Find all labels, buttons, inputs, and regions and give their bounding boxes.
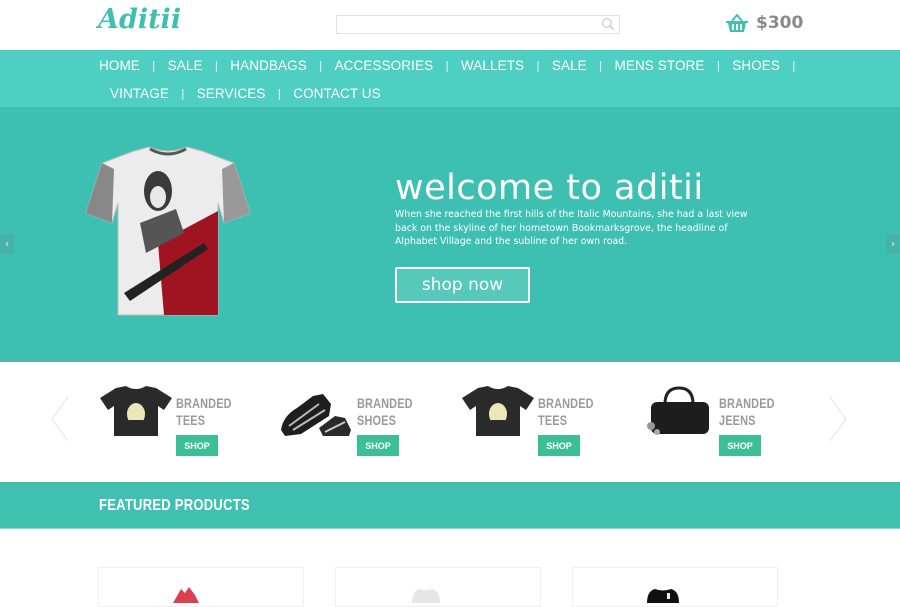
shop-button[interactable]: SHOP bbox=[719, 435, 761, 456]
basket-icon[interactable] bbox=[725, 12, 749, 34]
shop-now-button[interactable]: shop now bbox=[395, 267, 530, 303]
nav-separator: | bbox=[180, 86, 185, 100]
cart-total: $300 bbox=[756, 13, 804, 33]
category-item: BRANDED TEES SHOP bbox=[460, 386, 635, 466]
black-tshirt-image bbox=[100, 386, 172, 436]
category-title-line1: BRANDED bbox=[719, 395, 775, 411]
featured-products-bar: FEATURED PRODUCTS bbox=[0, 482, 900, 529]
product-card[interactable] bbox=[98, 567, 304, 607]
cart[interactable]: $300 bbox=[725, 12, 803, 34]
category-title: BRANDED TEES bbox=[176, 395, 232, 429]
nav-row-2: VINTAGE | SERVICES | CONTACT US bbox=[110, 79, 381, 107]
red-product-image bbox=[173, 587, 199, 603]
nav-separator: | bbox=[792, 58, 796, 72]
chevron-right-icon: › bbox=[891, 238, 895, 250]
hero-title: welcome to aditii bbox=[395, 168, 704, 208]
sneakers-image bbox=[281, 394, 351, 436]
nav-sale[interactable]: SALE bbox=[168, 58, 203, 73]
search-box bbox=[336, 15, 620, 37]
nav-separator: | bbox=[277, 86, 282, 100]
nav-sale-2[interactable]: SALE bbox=[552, 58, 587, 73]
category-title-line1: BRANDED bbox=[538, 395, 594, 411]
category-title: BRANDED TEES bbox=[538, 395, 594, 429]
nav-separator: | bbox=[598, 58, 603, 72]
chevron-left-icon: ‹ bbox=[5, 238, 9, 250]
nav-handbags[interactable]: HANDBAGS bbox=[230, 58, 307, 73]
nav-vintage[interactable]: VINTAGE bbox=[110, 86, 169, 101]
category-carousel: BRANDED TEES SHOP BRANDED SHOES SHOP BRA… bbox=[0, 364, 900, 482]
nav-separator: | bbox=[318, 58, 323, 72]
shop-button[interactable]: SHOP bbox=[176, 435, 218, 456]
search-icon[interactable] bbox=[601, 17, 615, 31]
nav-accessories[interactable]: ACCESSORIES bbox=[335, 58, 434, 73]
nav-separator: | bbox=[151, 58, 156, 72]
hero-text: When she reached the first hills of the … bbox=[395, 209, 748, 247]
nav-wallets[interactable]: WALLETS bbox=[461, 58, 524, 73]
shop-button[interactable]: SHOP bbox=[357, 435, 399, 456]
nav-separator: | bbox=[445, 58, 449, 72]
black-tshirt-image bbox=[647, 589, 679, 603]
nav-services[interactable]: SERVICES bbox=[197, 86, 266, 101]
featured-products-title: FEATURED PRODUCTS bbox=[99, 497, 250, 514]
nav-row-1: HOME | SALE | HANDBAGS | ACCESSORIES | W… bbox=[99, 51, 808, 79]
nav-shoes[interactable]: SHOES bbox=[732, 58, 780, 73]
category-item: BRANDED JEENS SHOP bbox=[641, 386, 816, 466]
black-tshirt-image bbox=[462, 386, 534, 436]
category-title-line2: SHOES bbox=[357, 412, 397, 428]
category-title: BRANDED SHOES bbox=[357, 395, 413, 429]
graphic-tshirt-image bbox=[85, 146, 251, 316]
slider-prev-button[interactable]: ‹ bbox=[0, 234, 14, 254]
category-title-line2: JEENS bbox=[719, 412, 756, 428]
category-title-line2: TEES bbox=[176, 412, 206, 428]
product-card[interactable] bbox=[572, 567, 778, 607]
category-item: BRANDED TEES SHOP bbox=[98, 386, 273, 466]
site-header: Aditii $300 bbox=[0, 0, 900, 50]
hero-slider: ‹ welcome to aditii When she reached the… bbox=[0, 107, 900, 362]
carousel-next-icon[interactable] bbox=[828, 395, 848, 443]
site-logo[interactable]: Aditii bbox=[98, 4, 181, 35]
category-title: BRANDED JEENS bbox=[719, 395, 775, 429]
nav-home[interactable]: HOME bbox=[99, 58, 140, 73]
nav-contact-us[interactable]: CONTACT US bbox=[293, 86, 381, 101]
nav-mens-store[interactable]: MENS STORE bbox=[615, 58, 705, 73]
carousel-prev-icon[interactable] bbox=[50, 395, 70, 443]
category-title-line1: BRANDED bbox=[176, 395, 232, 411]
white-tshirt-image bbox=[412, 589, 440, 603]
slider-next-button[interactable]: › bbox=[886, 234, 900, 254]
shop-button[interactable]: SHOP bbox=[538, 435, 580, 456]
nav-separator: | bbox=[536, 58, 540, 72]
handbag-image bbox=[647, 386, 709, 435]
category-title-line1: BRANDED bbox=[357, 395, 413, 411]
main-nav: HOME | SALE | HANDBAGS | ACCESSORIES | W… bbox=[0, 50, 900, 107]
search-input[interactable] bbox=[337, 19, 587, 37]
category-title-line2: TEES bbox=[538, 412, 568, 428]
nav-separator: | bbox=[716, 58, 721, 72]
category-item: BRANDED SHOES SHOP bbox=[279, 386, 454, 466]
product-card[interactable] bbox=[335, 567, 541, 607]
nav-separator: | bbox=[214, 58, 219, 72]
